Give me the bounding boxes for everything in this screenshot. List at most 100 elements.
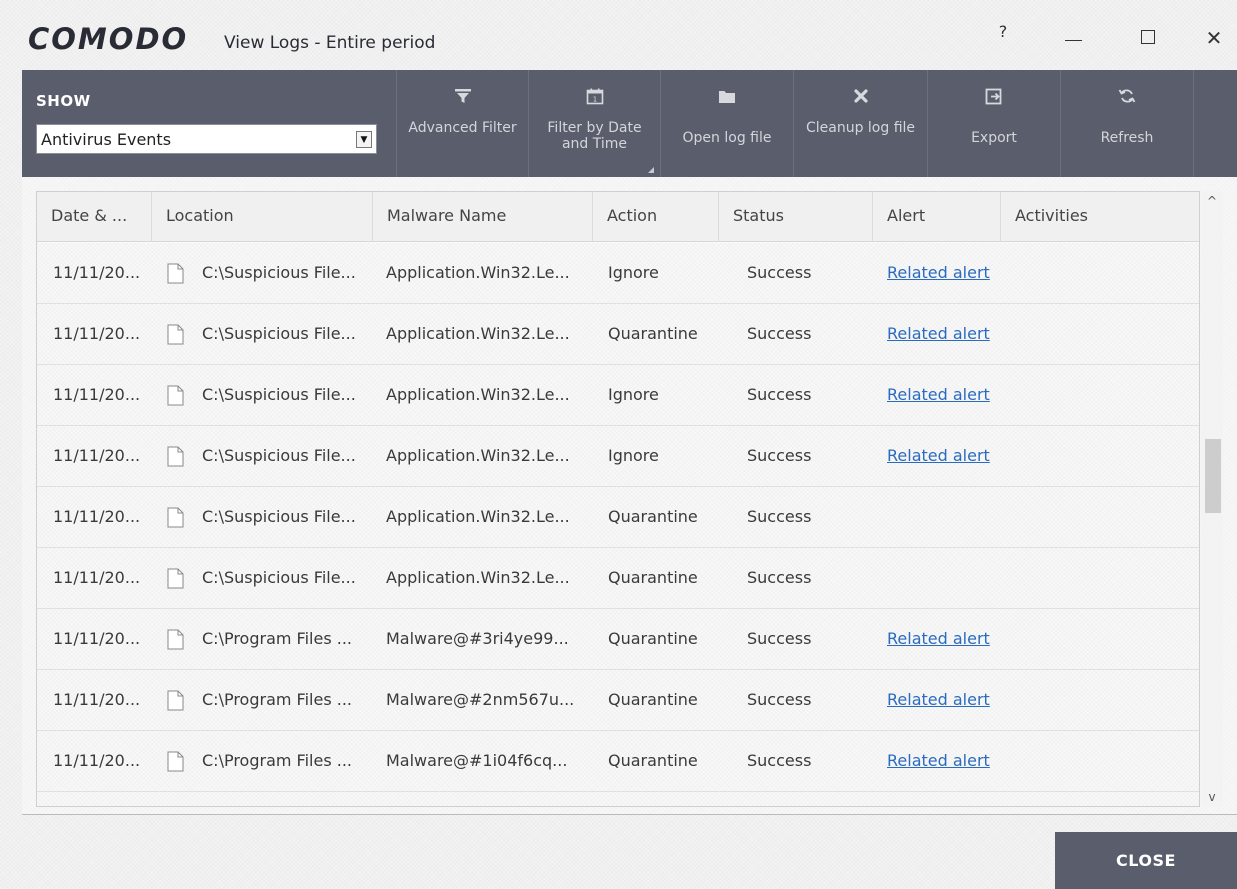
cell-activities: [1017, 731, 1177, 791]
file-icon: [167, 385, 184, 406]
show-dropdown-value: Antivirus Events: [41, 130, 172, 149]
cell-date: 11/11/20...: [53, 263, 141, 282]
cell-status: Success: [747, 690, 812, 709]
help-button[interactable]: ?: [975, 12, 1031, 52]
minimize-button[interactable]: [1045, 18, 1101, 58]
file-icon: [167, 507, 184, 528]
table-row[interactable]: 11/11/20... C:\Suspicious File... Applic…: [37, 304, 1199, 365]
open-log-file-button[interactable]: Open log file: [660, 70, 793, 177]
toolbar: SHOW Antivirus Events ▼ Advanced Filter …: [22, 70, 1237, 177]
cell-status: Success: [747, 263, 812, 282]
cell-status: Success: [747, 446, 812, 465]
file-icon: [167, 568, 184, 589]
maximize-icon: [1141, 30, 1155, 44]
cell-date: 11/11/20...: [53, 751, 141, 770]
cell-activities: [1017, 243, 1177, 303]
show-dropdown[interactable]: Antivirus Events ▼: [36, 124, 377, 154]
cell-action: Quarantine: [608, 629, 698, 648]
cleanup-log-file-label: Cleanup log file: [805, 120, 916, 136]
related-alert-link[interactable]: [887, 487, 1027, 547]
table-row[interactable]: 11/11/20... C:\Program Files ... Malware…: [37, 609, 1199, 670]
cell-malware-name: Malware@#3ri4ye99...: [386, 629, 569, 648]
related-alert-link[interactable]: Related alert: [887, 243, 1027, 303]
maximize-button[interactable]: [1120, 18, 1176, 58]
vertical-scrollbar[interactable]: ^ v: [1201, 191, 1223, 807]
cell-malware-name: Malware@#1i04f6cq...: [386, 751, 568, 770]
file-icon: [167, 751, 184, 772]
window-close-button[interactable]: ✕: [1186, 18, 1237, 58]
table-row[interactable]: 11/11/20... C:\Suspicious File... Applic…: [37, 548, 1199, 609]
cell-action: Ignore: [608, 446, 659, 465]
minimize-icon: [1064, 39, 1082, 42]
refresh-icon: [1061, 86, 1193, 106]
cell-date: 11/11/20...: [53, 324, 141, 343]
cell-date: 11/11/20...: [53, 568, 141, 587]
folder-icon: [661, 86, 793, 106]
related-alert-link[interactable]: [887, 548, 1027, 608]
cell-date: 11/11/20...: [53, 446, 141, 465]
window-title: View Logs - Entire period: [224, 33, 436, 53]
cell-malware-name: Application.Win32.Le...: [386, 385, 570, 404]
title-bar: COMODO View Logs - Entire period ? ✕: [0, 0, 1237, 70]
table-row[interactable]: 11/11/20... C:\Suspicious File... Applic…: [37, 426, 1199, 487]
cell-location: C:\Suspicious File...: [202, 263, 356, 282]
show-label: SHOW: [36, 92, 91, 110]
table-row[interactable]: 11/11/20... C:\Suspicious File... Applic…: [37, 487, 1199, 548]
log-grid-frame: Date & ... Location Malware Name Action …: [22, 177, 1237, 815]
scroll-up-icon[interactable]: ^: [1201, 191, 1223, 211]
table-row[interactable]: 11/11/20... C:\Suspicious File... Applic…: [37, 243, 1199, 304]
filter-icon: [397, 86, 528, 106]
advanced-filter-button[interactable]: Advanced Filter: [396, 70, 528, 177]
cell-status: Success: [747, 568, 812, 587]
column-header-action[interactable]: Action: [593, 192, 719, 242]
table-row[interactable]: 11/11/20... C:\Suspicious File... Applic…: [37, 365, 1199, 426]
related-alert-link[interactable]: Related alert: [887, 670, 1027, 730]
column-header-alert[interactable]: Alert: [873, 192, 1001, 242]
table-row[interactable]: 11/11/20... C:\Program Files ... Malware…: [37, 670, 1199, 731]
export-icon: [928, 86, 1060, 106]
column-header-status[interactable]: Status: [719, 192, 873, 242]
related-alert-link[interactable]: Related alert: [887, 304, 1027, 364]
scroll-down-icon[interactable]: v: [1201, 787, 1223, 807]
svg-text:1: 1: [592, 95, 596, 103]
log-table: Date & ... Location Malware Name Action …: [36, 191, 1200, 807]
cell-action: Quarantine: [608, 324, 698, 343]
cell-status: Success: [747, 629, 812, 648]
related-alert-link[interactable]: Related alert: [887, 365, 1027, 425]
column-header-malware-name[interactable]: Malware Name: [373, 192, 593, 242]
dropdown-arrow-icon[interactable]: ▼: [356, 131, 372, 148]
column-header-activities[interactable]: Activities: [1001, 192, 1199, 242]
cell-location: C:\Suspicious File...: [202, 568, 356, 587]
cell-location: C:\Program Files ...: [202, 629, 352, 648]
export-button[interactable]: Export: [927, 70, 1060, 177]
comodo-logo: COMODO: [28, 22, 189, 56]
cell-date: 11/11/20...: [53, 690, 141, 709]
cross-icon: [794, 86, 927, 106]
cell-date: 11/11/20...: [53, 385, 141, 404]
scrollbar-thumb[interactable]: [1205, 439, 1221, 513]
expand-corner-icon: [648, 167, 654, 173]
related-alert-link[interactable]: Related alert: [887, 426, 1027, 486]
related-alert-link[interactable]: Related alert: [887, 609, 1027, 669]
file-icon: [167, 629, 184, 650]
cell-malware-name: Application.Win32.Le...: [386, 263, 570, 282]
cell-malware-name: Application.Win32.Le...: [386, 507, 570, 526]
cell-status: Success: [747, 324, 812, 343]
cell-malware-name: Application.Win32.Le...: [386, 568, 570, 587]
cell-date: 11/11/20...: [53, 629, 141, 648]
cell-status: Success: [747, 507, 812, 526]
related-alert-link[interactable]: Related alert: [887, 731, 1027, 791]
table-row[interactable]: 11/11/20... C:\Program Files ... Malware…: [37, 731, 1199, 792]
calendar-icon: 1: [529, 86, 660, 106]
column-header-date[interactable]: Date & ...: [37, 192, 152, 242]
cleanup-log-file-button[interactable]: Cleanup log file: [793, 70, 927, 177]
open-log-file-label: Open log file: [682, 130, 772, 146]
cell-malware-name: Application.Win32.Le...: [386, 324, 570, 343]
cell-activities: [1017, 487, 1177, 547]
column-header-location[interactable]: Location: [152, 192, 373, 242]
filter-by-date-button[interactable]: 1 Filter by Date and Time: [528, 70, 660, 177]
close-button[interactable]: CLOSE: [1055, 832, 1237, 889]
cell-location: C:\Suspicious File...: [202, 446, 356, 465]
refresh-button[interactable]: Refresh: [1060, 70, 1194, 177]
refresh-label: Refresh: [1100, 130, 1154, 146]
